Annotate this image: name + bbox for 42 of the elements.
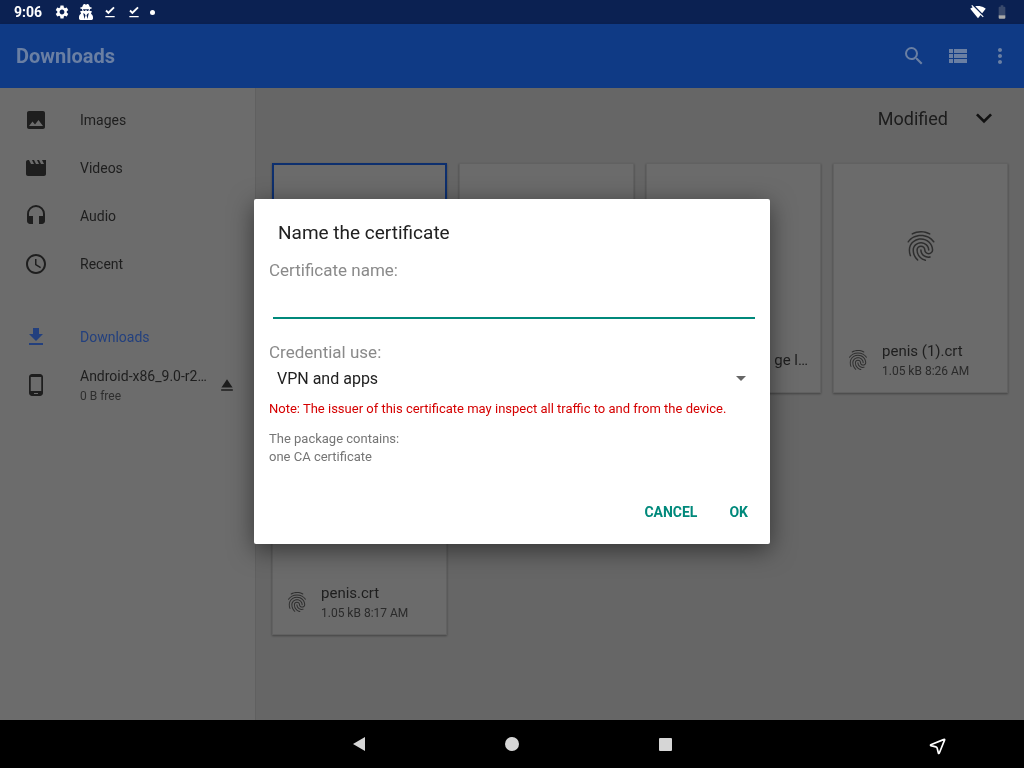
- sidebar-subtitle: 0 B free: [80, 387, 123, 405]
- dialog-button[interactable]: CANCEL: [633, 494, 709, 530]
- sidebar-item[interactable]: Audio: [0, 192, 255, 240]
- credential-use-dropdown[interactable]: VPN and apps: [269, 365, 755, 392]
- sidebar-item[interactable]: Images: [0, 96, 255, 144]
- incognito-icon: [78, 4, 95, 20]
- home-button[interactable]: [504, 737, 519, 751]
- dialog-title: Name the certificate: [278, 220, 451, 246]
- sidebar-label: Android-x86_9.0-r2…: [80, 366, 208, 386]
- wifi-icon: [970, 4, 986, 20]
- settings-icon: [54, 4, 71, 20]
- back-button[interactable]: [352, 737, 365, 751]
- image-icon: [24, 108, 48, 132]
- file-card[interactable]: penis (1).crt 1.05 kB 8:26 AM: [833, 163, 1008, 393]
- sidebar-item[interactable]: Android-x86_9.0-r2… 0 B free: [0, 361, 255, 409]
- file-meta: 1.05 kB 8:17 AM: [321, 605, 409, 623]
- file-name: penis.crt: [321, 582, 381, 604]
- package-text: one CA certificate: [269, 448, 373, 466]
- package-text: The package contains:: [269, 430, 401, 448]
- field-label: Certificate name:: [269, 258, 399, 282]
- sidebar-label: Videos: [80, 158, 124, 178]
- file-name: ge l…: [774, 349, 808, 371]
- clock-icon: [24, 252, 48, 276]
- file-meta: 1.05 kB 8:26 AM: [882, 363, 970, 381]
- sidebar-label: Recent: [80, 254, 125, 274]
- cursor-icon: [928, 736, 948, 756]
- sort-label[interactable]: Modified: [877, 104, 948, 132]
- sidebar-item[interactable]: Recent: [0, 240, 255, 288]
- sidebar-label: Images: [80, 110, 128, 130]
- field-label: Credential use:: [269, 341, 383, 364]
- file-name: penis (1).crt: [882, 340, 964, 362]
- sidebar-item[interactable]: Videos: [0, 144, 255, 192]
- status-time: 9:06: [14, 2, 43, 22]
- overview-button[interactable]: [658, 737, 672, 751]
- sidebar-label: Audio: [80, 206, 118, 226]
- fingerprint-icon: [846, 348, 870, 372]
- app-title: Downloads: [16, 43, 115, 70]
- fingerprint-icon: [285, 590, 309, 614]
- dropdown-icon: [736, 376, 746, 381]
- dialog-button[interactable]: OK: [718, 494, 759, 530]
- sidebar-label: Downloads: [80, 327, 151, 347]
- warning-note: Note: The issuer of this certificate may inspect all traffic to and from the device.: [269, 399, 728, 418]
